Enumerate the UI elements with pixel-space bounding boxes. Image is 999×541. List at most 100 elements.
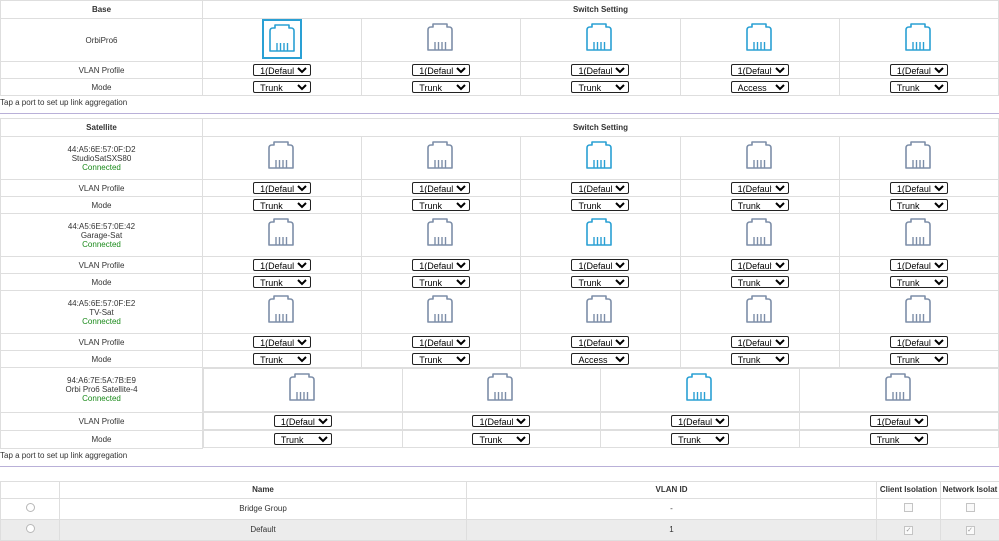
mode-select[interactable]: Trunk xyxy=(571,199,629,211)
ethernet-port-icon[interactable] xyxy=(421,291,461,331)
satellite-device-cell: 44:A5:6E:57:0F:D2StudioSatSXS80Connected xyxy=(1,137,203,180)
mode-select[interactable]: Trunk xyxy=(731,353,789,365)
ethernet-port-icon[interactable] xyxy=(283,369,323,409)
mode-select[interactable]: Trunk xyxy=(731,276,789,288)
mode-select[interactable]: Trunk xyxy=(412,81,470,93)
mode-select[interactable]: Trunk xyxy=(412,276,470,288)
mode-select[interactable]: Trunk xyxy=(671,433,729,445)
vlan-profile-select[interactable]: 1(Default) xyxy=(890,64,948,76)
ethernet-port-icon[interactable] xyxy=(740,291,780,331)
vlan-profile-select[interactable]: 1(Default) xyxy=(412,182,470,194)
vlan-table-row[interactable]: Bridge Group- xyxy=(1,498,999,519)
vlan-profile-select[interactable]: 1(Default) xyxy=(731,336,789,348)
ethernet-port-icon[interactable] xyxy=(899,19,939,59)
ethernet-port-icon[interactable] xyxy=(899,214,939,254)
ethernet-port-icon[interactable] xyxy=(899,137,939,177)
vlan-profile-select[interactable]: 1(Default) xyxy=(571,336,629,348)
ethernet-port-icon[interactable] xyxy=(580,137,620,177)
port-cell xyxy=(203,291,362,334)
ethernet-port-icon[interactable] xyxy=(879,369,919,409)
vlan-profile-select[interactable]: 1(Default) xyxy=(870,415,928,427)
ethernet-port-icon[interactable] xyxy=(580,19,620,59)
vlan-profile-cell: 1(Default) xyxy=(521,334,680,351)
mode-select[interactable]: Trunk xyxy=(253,81,311,93)
client-isolation-column-header: Client Isolation xyxy=(877,481,941,498)
mode-label: Mode xyxy=(1,274,203,291)
vlan-profile-row: VLAN Profile1(Default)1(Default)1(Defaul… xyxy=(1,257,999,274)
mode-select[interactable]: Trunk xyxy=(890,353,948,365)
ethernet-port-icon[interactable] xyxy=(580,291,620,331)
connection-status: Connected xyxy=(1,240,202,249)
mode-select[interactable]: Trunk xyxy=(571,276,629,288)
mode-cell: Trunk xyxy=(680,274,839,291)
client-isolation-checkbox[interactable] xyxy=(904,503,913,512)
mode-select[interactable]: Trunk xyxy=(412,199,470,211)
mode-select[interactable]: Trunk xyxy=(472,433,530,445)
vlan-profile-select[interactable]: 1(Default) xyxy=(253,336,311,348)
vlan-profile-select[interactable]: 1(Default) xyxy=(731,64,789,76)
vlan-profile-select[interactable]: 1(Default) xyxy=(253,182,311,194)
ethernet-port-icon[interactable] xyxy=(421,137,461,177)
port-group-cell xyxy=(203,368,999,413)
vlan-profile-select[interactable]: 1(Default) xyxy=(731,182,789,194)
ethernet-port-icon[interactable] xyxy=(481,369,521,409)
ethernet-port-icon[interactable] xyxy=(421,19,461,59)
mode-select[interactable]: Trunk xyxy=(731,199,789,211)
vlan-profile-select[interactable]: 1(Default) xyxy=(890,182,948,194)
vlan-profile-select[interactable]: 1(Default) xyxy=(253,64,311,76)
mode-select[interactable]: Trunk xyxy=(253,276,311,288)
vlan-profile-select[interactable]: 1(Default) xyxy=(571,64,629,76)
vlan-profile-select[interactable]: 1(Default) xyxy=(890,336,948,348)
mode-select[interactable]: Access xyxy=(571,353,629,365)
row-radio[interactable] xyxy=(26,503,35,512)
section-divider xyxy=(0,466,999,471)
port-cell xyxy=(839,19,998,62)
vlan-profile-select[interactable]: 1(Default) xyxy=(671,415,729,427)
port-group-row: 1(Default) 1(Default) 1(Default) 1(Default) xyxy=(204,413,999,430)
ethernet-port-icon[interactable] xyxy=(740,214,780,254)
network-isolation-checkbox[interactable]: ✓ xyxy=(966,526,975,535)
vlan-profile-select[interactable]: 1(Default) xyxy=(253,259,311,271)
ethernet-port-icon[interactable] xyxy=(421,214,461,254)
mode-cell: Trunk xyxy=(839,79,998,96)
vlan-profile-row: VLAN Profile1(Default)1(Default)1(Defaul… xyxy=(1,180,999,197)
ethernet-port-icon[interactable] xyxy=(740,19,780,59)
mode-select[interactable]: Trunk xyxy=(890,276,948,288)
ethernet-port-icon[interactable] xyxy=(262,214,302,254)
vlan-profile-select[interactable]: 1(Default) xyxy=(412,336,470,348)
vlan-profile-select[interactable]: 1(Default) xyxy=(731,259,789,271)
vlan-profile-cell: 1(Default) xyxy=(203,180,362,197)
row-radio[interactable] xyxy=(26,524,35,533)
mode-select[interactable]: Trunk xyxy=(253,199,311,211)
mode-select[interactable]: Access xyxy=(731,81,789,93)
vlan-profile-select[interactable]: 1(Default) xyxy=(412,64,470,76)
vlan-profile-cell: 1(Default) xyxy=(680,180,839,197)
ethernet-port-icon[interactable] xyxy=(262,291,302,331)
mode-select[interactable]: Trunk xyxy=(870,433,928,445)
vlan-profile-select[interactable]: 1(Default) xyxy=(412,259,470,271)
ethernet-port-icon[interactable] xyxy=(899,291,939,331)
switch-setting-header: Switch Setting xyxy=(203,1,999,19)
mode-label: Mode xyxy=(1,79,203,96)
network-isolation-checkbox[interactable] xyxy=(966,503,975,512)
mode-select[interactable]: Trunk xyxy=(274,433,332,445)
ethernet-port-icon[interactable] xyxy=(262,19,302,59)
ethernet-port-icon[interactable] xyxy=(580,214,620,254)
mode-select[interactable]: Trunk xyxy=(890,81,948,93)
vlan-profile-select[interactable]: 1(Default) xyxy=(274,415,332,427)
ethernet-port-icon[interactable] xyxy=(680,369,720,409)
vlan-profile-select[interactable]: 1(Default) xyxy=(472,415,530,427)
mode-select[interactable]: Trunk xyxy=(571,81,629,93)
mode-cell: Trunk xyxy=(839,274,998,291)
mode-select[interactable]: Trunk xyxy=(253,353,311,365)
vlan-profile-select[interactable]: 1(Default) xyxy=(571,182,629,194)
ethernet-port-icon[interactable] xyxy=(262,137,302,177)
vlan-profile-select[interactable]: 1(Default) xyxy=(890,259,948,271)
vlan-table-row[interactable]: Default1✓✓ xyxy=(1,519,999,540)
ethernet-port-icon[interactable] xyxy=(740,137,780,177)
client-isolation-checkbox[interactable]: ✓ xyxy=(904,526,913,535)
mode-select[interactable]: Trunk xyxy=(890,199,948,211)
mode-select[interactable]: Trunk xyxy=(412,353,470,365)
port-cell xyxy=(680,214,839,257)
vlan-profile-select[interactable]: 1(Default) xyxy=(571,259,629,271)
